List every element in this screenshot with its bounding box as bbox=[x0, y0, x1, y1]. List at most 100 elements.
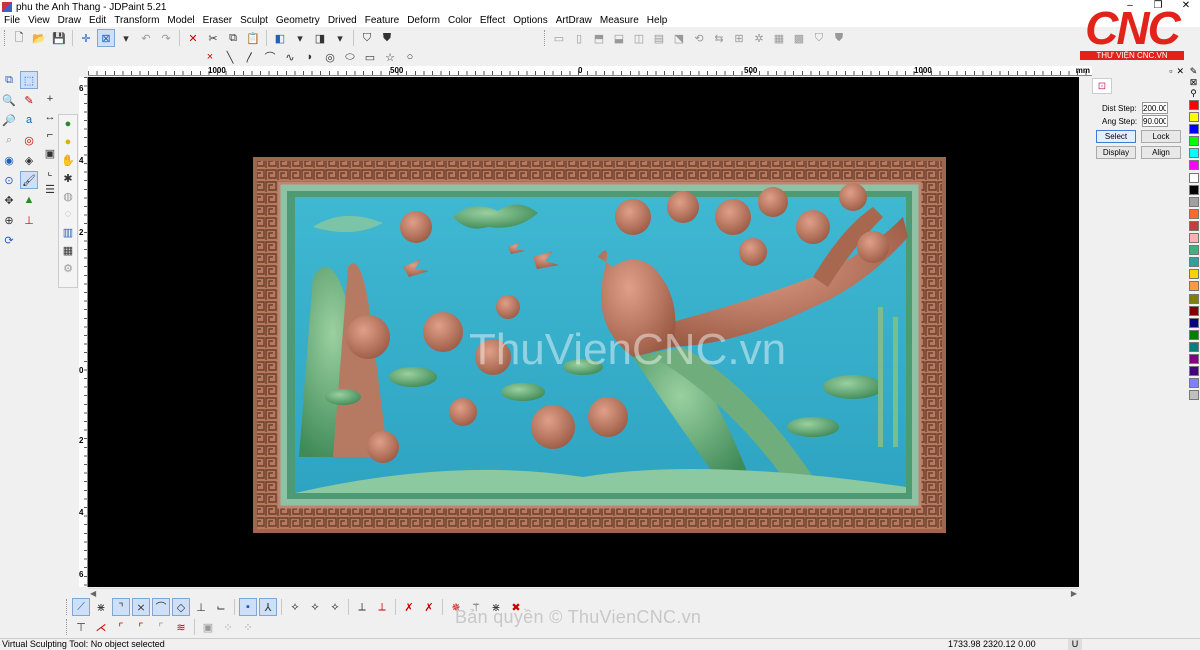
menu-transform[interactable]: Transform bbox=[110, 14, 163, 27]
sculpt-diamond-grid-icon[interactable]: ⟡ bbox=[286, 598, 304, 616]
dropdown-arrow-icon[interactable]: ▾ bbox=[117, 29, 135, 47]
menu-view[interactable]: View bbox=[24, 14, 54, 27]
spline-icon[interactable]: ∿ bbox=[281, 48, 299, 66]
light-settings-icon[interactable]: ✱ bbox=[59, 169, 77, 187]
table-icon[interactable]: ☰ bbox=[41, 180, 59, 198]
horizontal-scrollbar[interactable]: ◀ ▶ bbox=[88, 588, 1079, 598]
star-icon[interactable]: ☆ bbox=[381, 48, 399, 66]
edit-extend-icon[interactable]: ⋌ bbox=[92, 618, 110, 636]
menu-file[interactable]: File bbox=[0, 14, 24, 27]
copy-icon[interactable]: ⧉ bbox=[224, 29, 242, 47]
measure-icon[interactable]: ⊥ bbox=[20, 211, 38, 229]
display-button[interactable]: Display bbox=[1096, 146, 1136, 159]
lock-button[interactable]: Lock bbox=[1141, 130, 1181, 143]
view-back-icon[interactable]: ▯ bbox=[570, 29, 588, 47]
delete-icon[interactable]: ✕ bbox=[184, 29, 202, 47]
color-swatch[interactable] bbox=[1189, 329, 1199, 340]
line-icon[interactable]: ╲ bbox=[221, 48, 239, 66]
hand-icon[interactable]: ✋ bbox=[59, 151, 77, 169]
panel-close-icon[interactable]: ✕ bbox=[1174, 66, 1186, 77]
sculpt-trim-icon[interactable]: ⌙ bbox=[212, 598, 230, 616]
menu-options[interactable]: Options bbox=[509, 14, 551, 27]
spray-icon[interactable]: ◌ bbox=[59, 205, 77, 223]
menu-drived[interactable]: Drived bbox=[324, 14, 361, 27]
view-top-icon[interactable]: ⬒ bbox=[590, 29, 608, 47]
sculpt-corner-icon[interactable]: ⌝ bbox=[112, 598, 130, 616]
dimension-icon[interactable]: ↔ bbox=[41, 108, 59, 126]
panel-tab-sculpt[interactable]: ⊡ bbox=[1092, 78, 1112, 94]
sculpt-knife-red-icon[interactable]: ⟂ bbox=[373, 598, 391, 616]
menu-effect[interactable]: Effect bbox=[476, 14, 509, 27]
cube-view-icon[interactable]: ◧ bbox=[271, 29, 289, 47]
pen-tool-icon[interactable]: ✎ bbox=[20, 91, 38, 109]
color-swatch[interactable] bbox=[1189, 220, 1199, 231]
toolbar-grip[interactable] bbox=[544, 30, 547, 46]
edit-frame-icon[interactable]: ▣ bbox=[199, 618, 217, 636]
rectangle-icon[interactable]: ▭ bbox=[361, 48, 379, 66]
zoom-in-icon[interactable]: 🔍 bbox=[0, 91, 18, 109]
color-swatch[interactable] bbox=[1189, 390, 1199, 401]
shield-view-icon[interactable]: ⛉ bbox=[810, 29, 828, 47]
menu-draw[interactable]: Draw bbox=[54, 14, 85, 27]
select-button[interactable]: Select bbox=[1096, 130, 1136, 143]
cut-icon[interactable]: ✂ bbox=[204, 29, 222, 47]
color-swatch[interactable] bbox=[1189, 184, 1199, 195]
menu-sculpt[interactable]: Sculpt bbox=[236, 14, 272, 27]
edit-corner-icon[interactable]: ⌜ bbox=[112, 618, 130, 636]
sculpt-diamond-icon[interactable]: ◇ bbox=[172, 598, 190, 616]
tree-icon[interactable]: ▲ bbox=[20, 191, 38, 209]
menu-feature[interactable]: Feature bbox=[361, 14, 403, 27]
color-swatch[interactable] bbox=[1189, 281, 1199, 292]
sculpt-x-icon[interactable]: ✗ bbox=[400, 598, 418, 616]
undo-icon[interactable]: ↶ bbox=[137, 29, 155, 47]
edit-nodes2-icon[interactable]: ⁘ bbox=[239, 618, 257, 636]
scroll-left-icon[interactable]: ◀ bbox=[90, 589, 96, 598]
flip-view-icon[interactable]: ⇆ bbox=[710, 29, 728, 47]
refresh-icon[interactable]: ⟳ bbox=[0, 231, 18, 249]
text-tool-icon[interactable]: a bbox=[20, 111, 38, 129]
mesh-icon[interactable]: ▩ bbox=[790, 29, 808, 47]
half-circle-icon[interactable]: ◗ bbox=[301, 48, 319, 66]
circle-center-icon[interactable]: ◎ bbox=[321, 48, 339, 66]
gear-icon[interactable]: ⚙ bbox=[59, 259, 77, 277]
drawing-canvas[interactable]: ThuVienCNC.vn bbox=[88, 77, 1079, 587]
sculpt-line-icon[interactable]: ⟋ bbox=[72, 598, 90, 616]
layer-dropdown-icon[interactable]: ▾ bbox=[331, 29, 349, 47]
open-folder-icon[interactable]: 📂 bbox=[30, 29, 48, 47]
view-iso-icon[interactable]: ⬔ bbox=[670, 29, 688, 47]
circle-icon[interactable]: ○ bbox=[401, 48, 419, 66]
color-swatch[interactable] bbox=[1189, 269, 1199, 280]
edit-corner3-icon[interactable]: ⌜ bbox=[152, 618, 170, 636]
cylinder-icon[interactable]: ▥ bbox=[59, 223, 77, 241]
color-swatch[interactable] bbox=[1189, 378, 1199, 389]
grid-icon[interactable]: ⊞ bbox=[730, 29, 748, 47]
dist-step-input[interactable] bbox=[1142, 102, 1168, 114]
shield-solid-icon[interactable]: ⛊ bbox=[378, 29, 396, 47]
pencil-icon[interactable]: ✎ bbox=[1187, 66, 1200, 77]
color-swatch[interactable] bbox=[1189, 100, 1199, 110]
redo-icon[interactable]: ↷ bbox=[157, 29, 175, 47]
menu-help[interactable]: Help bbox=[643, 14, 672, 27]
color-swatch[interactable] bbox=[1189, 160, 1199, 171]
sculpt-perp-icon[interactable]: ⊥ bbox=[192, 598, 210, 616]
color-swatch[interactable] bbox=[1189, 233, 1199, 244]
fillet-icon[interactable]: ⌐ bbox=[41, 126, 59, 144]
toolbar-grip[interactable] bbox=[66, 619, 69, 635]
menu-deform[interactable]: Deform bbox=[403, 14, 444, 27]
point-icon[interactable]: × bbox=[201, 48, 219, 66]
view-left-icon[interactable]: ◫ bbox=[630, 29, 648, 47]
color-swatch[interactable] bbox=[1189, 172, 1199, 183]
sculpt-x2-icon[interactable]: ✗ bbox=[420, 598, 438, 616]
sculpt-point-icon[interactable]: ▪ bbox=[239, 598, 257, 616]
arc-icon[interactable]: ⌒ bbox=[261, 48, 279, 66]
eyedropper-icon[interactable]: ⚲ bbox=[1187, 88, 1200, 99]
menu-edit[interactable]: Edit bbox=[85, 14, 110, 27]
edit-nodes-icon[interactable]: ⁘ bbox=[219, 618, 237, 636]
zoom-prev-icon[interactable]: ⌕ bbox=[0, 131, 18, 149]
sculpt-spread-icon[interactable]: ⋇ bbox=[92, 598, 110, 616]
droplet-icon[interactable]: ◍ bbox=[59, 187, 77, 205]
menu-geometry[interactable]: Geometry bbox=[272, 14, 324, 27]
color-swatch[interactable] bbox=[1189, 293, 1199, 304]
shield-view-solid-icon[interactable]: ⛊ bbox=[830, 29, 848, 47]
light-icon[interactable]: ✲ bbox=[750, 29, 768, 47]
